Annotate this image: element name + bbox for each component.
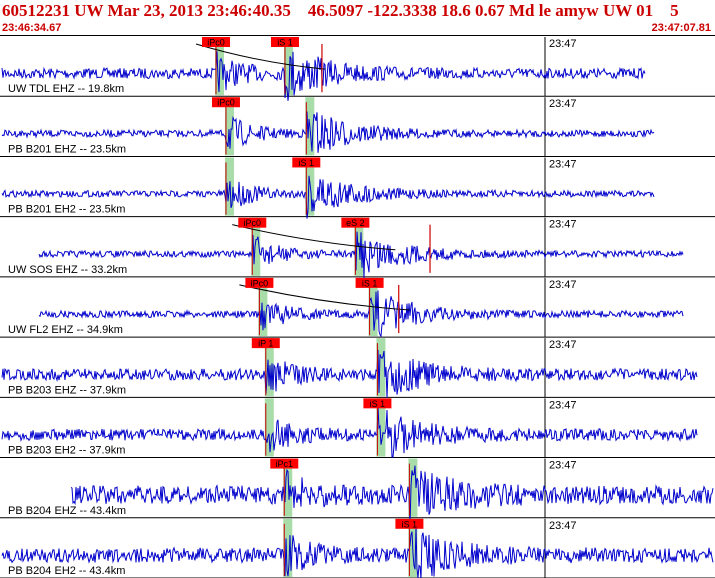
pick-label: iS 1: [402, 519, 418, 529]
pick-label: iPc0: [217, 98, 235, 108]
start-time-label: 23:46:34.67: [2, 22, 62, 34]
pick-label: iPc1: [276, 459, 294, 469]
seismogram-trace[interactable]: [38, 290, 684, 338]
pick-label: iP 1: [258, 339, 273, 349]
time-tick-label: 23:47: [549, 158, 577, 170]
station-label: PB B201 EH2 -- 23.5km: [8, 204, 125, 216]
station-label: PB B204 EHZ -- 43.4km: [8, 505, 126, 517]
station-label: UW TDL EHZ -- 19.8km: [8, 83, 124, 95]
time-tick-label: 23:47: [549, 38, 577, 50]
event-header: 60512231 UW Mar 23, 2013 23:46:40.35 46.…: [0, 0, 715, 36]
time-tick-label: 23:47: [549, 339, 577, 351]
station-label: PB B201 EHZ -- 23.5km: [8, 143, 126, 155]
time-tick-label: 23:47: [549, 219, 577, 231]
seismogram-panel[interactable]: 23:47 iPc0 iS 1 UW TDL EHZ -- 19.8km 23:47 iP…: [0, 36, 715, 578]
station-label: PB B203 EHZ -- 37.9km: [8, 384, 126, 396]
time-tick-label: 23:47: [549, 520, 577, 532]
pick-label: iS 1: [370, 399, 386, 409]
station-label: PB B203 EH2 -- 37.9km: [8, 445, 125, 457]
pick-label: iS 1: [299, 158, 315, 168]
pick-label: iPc0: [207, 38, 225, 48]
time-tick-label: 23:47: [549, 399, 577, 411]
event-title: 60512231 UW Mar 23, 2013 23:46:40.35 46.…: [2, 1, 679, 20]
pick-label: iPc0: [251, 278, 269, 288]
pick-label: iS 1: [362, 278, 378, 288]
pick-label: iS 1: [277, 38, 293, 48]
end-time-label: 23:47:07.81: [651, 22, 711, 34]
time-tick-label: 23:47: [549, 460, 577, 472]
time-tick-label: 23:47: [549, 279, 577, 291]
station-label: UW FL2 EHZ -- 34.9km: [8, 324, 123, 336]
pick-label: iPc0: [244, 218, 262, 228]
pick-label: eS 2: [346, 218, 365, 228]
station-label: PB B204 EH2 -- 43.4km: [8, 565, 125, 577]
station-label: UW SOS EHZ -- 33.2km: [8, 264, 127, 276]
time-tick-label: 23:47: [549, 98, 577, 110]
